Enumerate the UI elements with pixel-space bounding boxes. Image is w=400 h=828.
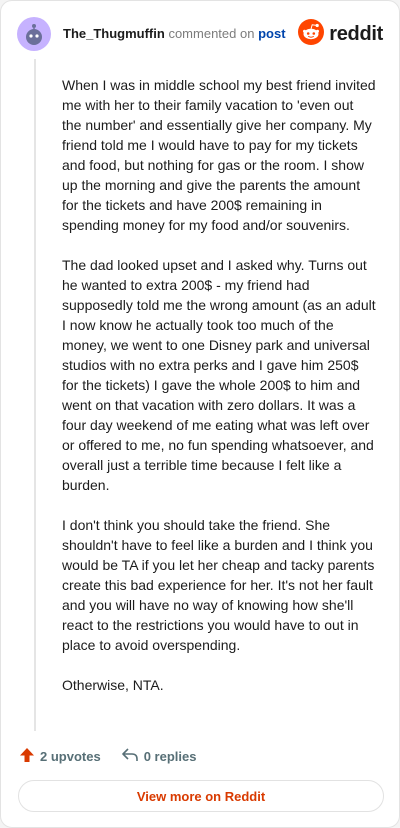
comment-paragraph: I don't think you should take the friend… [62, 517, 375, 653]
thread-line[interactable] [34, 59, 36, 731]
comment-card: The_Thugmuffin commented on post reddit [0, 0, 400, 828]
view-more-button[interactable]: View more on Reddit [18, 780, 384, 812]
commented-label: commented on [168, 26, 255, 41]
comment-paragraph: The dad looked upset and I asked why. Tu… [62, 257, 376, 493]
post-link[interactable]: post [258, 26, 285, 41]
comment-header: The_Thugmuffin commented on post reddit [17, 17, 383, 51]
snoo-avatar-icon[interactable] [17, 17, 51, 51]
comment-body: When I was in middle school my best frie… [62, 75, 376, 715]
reply-count: 0 replies [143, 748, 197, 764]
reddit-logo-icon [298, 18, 325, 50]
reddit-brand[interactable]: reddit [298, 18, 383, 50]
username[interactable]: The_Thugmuffin [63, 26, 165, 41]
reply-icon [121, 747, 139, 766]
comment-meta: The_Thugmuffin commented on post [63, 26, 286, 42]
reply-button[interactable]: 0 replies [121, 747, 197, 766]
upvote-count: 2 upvotes [40, 748, 101, 764]
comment-paragraph: Otherwise, NTA. [62, 677, 164, 693]
comment-actions: 2 upvotes 0 replies [19, 745, 196, 767]
upvote-arrow-icon [19, 747, 35, 766]
comment-paragraph: When I was in middle school my best frie… [62, 77, 376, 233]
upvote-button[interactable]: 2 upvotes [19, 747, 101, 766]
reddit-wordmark: reddit [329, 22, 383, 45]
